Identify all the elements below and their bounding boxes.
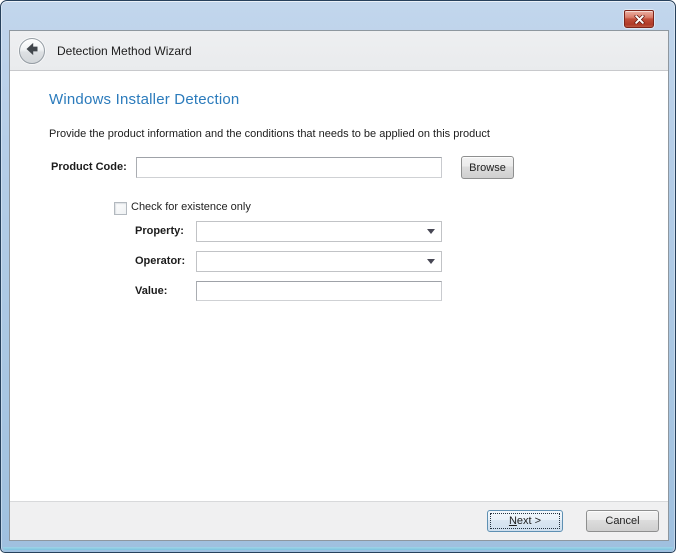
value-input[interactable] (196, 281, 442, 301)
frame-bottom-sheen (3, 547, 673, 550)
page-content: Windows Installer Detection Provide the … (10, 71, 668, 501)
cancel-button[interactable]: Cancel (586, 510, 659, 532)
browse-button[interactable]: Browse (461, 156, 514, 179)
close-button[interactable] (624, 10, 654, 28)
dialog-body: Detection Method Wizard Windows Installe… (9, 30, 669, 541)
wizard-title: Detection Method Wizard (57, 44, 192, 58)
product-code-label: Product Code: (51, 157, 127, 178)
detection-method-wizard-window: Detection Method Wizard Windows Installe… (0, 0, 676, 553)
property-dropdown[interactable] (196, 221, 442, 242)
dropdown-arrow-icon (427, 229, 435, 234)
footer: Next > Cancel (10, 501, 668, 540)
operator-dropdown[interactable] (196, 251, 442, 272)
window-frame: Detection Method Wizard Windows Installe… (0, 0, 676, 553)
page-description: Provide the product information and the … (49, 128, 490, 140)
operator-label: Operator: (135, 251, 185, 272)
page-heading: Windows Installer Detection (49, 91, 239, 108)
wizard-header: Detection Method Wizard (10, 31, 668, 71)
next-button[interactable]: Next > (487, 510, 563, 532)
next-button-mnemonic: N (509, 515, 517, 527)
existence-checkbox[interactable] (114, 202, 127, 215)
close-icon (634, 15, 645, 24)
back-button[interactable] (19, 38, 45, 64)
back-arrow-icon (24, 41, 40, 60)
property-label: Property: (135, 221, 184, 242)
dropdown-arrow-icon (427, 259, 435, 264)
existence-checkbox-label[interactable]: Check for existence only (131, 201, 251, 213)
next-button-label: ext > (517, 515, 541, 527)
product-code-input[interactable] (136, 157, 442, 178)
value-label: Value: (135, 281, 167, 302)
